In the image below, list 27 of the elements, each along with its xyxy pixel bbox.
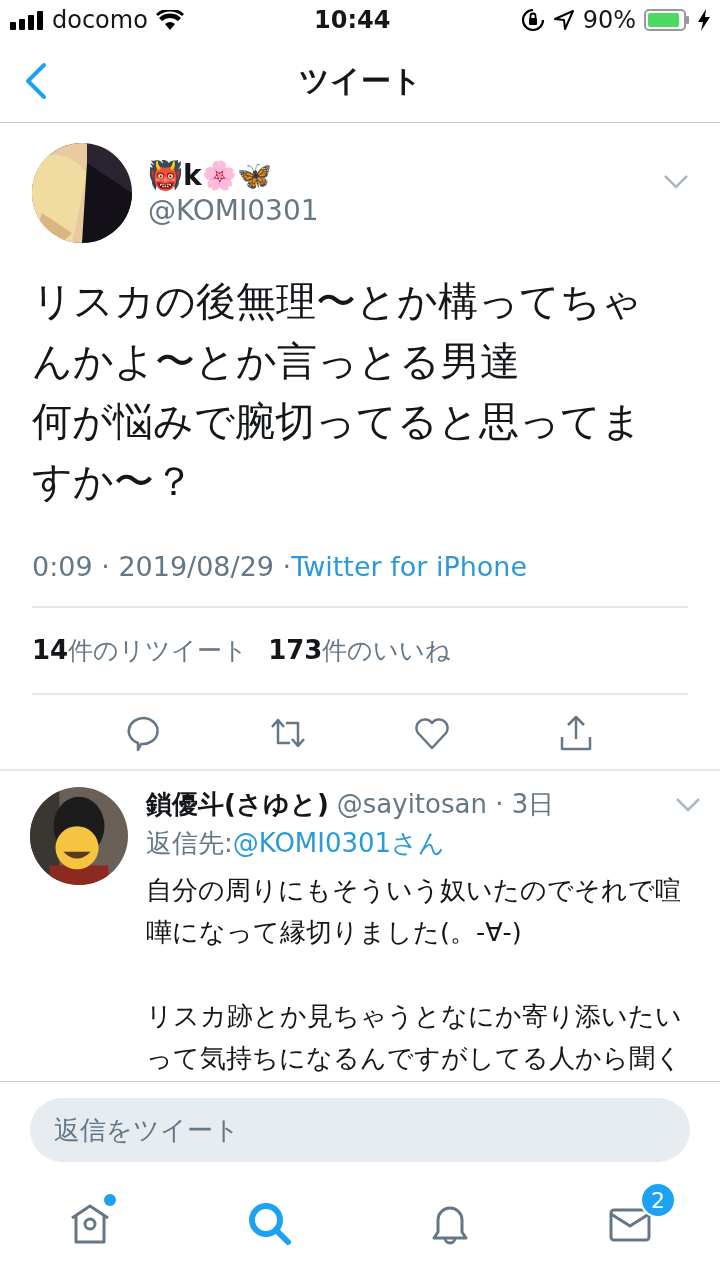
tweet-text: リスカの後無理〜とか構ってちゃんかよ〜とか言っとる男達 [32,277,643,386]
tweet-timestamp: 0:09 · 2019/08/29 · [32,551,292,582]
battery-icon [644,9,690,31]
carrier-name: docomo [52,6,148,34]
rotation-lock-icon [520,8,545,32]
tweet-text: 何が悩みで腕切ってると思ってますか〜？ [32,397,643,506]
reply-display-name: 鎖優斗(さゆと) [146,788,329,821]
search-icon [246,1200,294,1248]
reply-text: 自分の周りにもそういう奴いたのでそれで喧嘩になって縁切りました(。-∀-) [146,874,682,949]
reply-input[interactable]: 返信をツイート [30,1098,690,1162]
display-name: 👹k🌸🦋 [148,159,273,192]
reply-handle: @sayitosan · 3日 [336,788,555,821]
signal-icon [10,10,44,30]
charging-icon [698,9,710,31]
location-icon [552,9,575,31]
user-handle: @KOMI0301 [148,194,320,227]
count-badge: 2 [640,1182,676,1218]
clock: 10:44 [314,6,391,34]
wifi-icon [155,10,184,30]
screen-title: ツイート [298,61,422,100]
reply-text: リスカ跡とか見ちゃうとなにか寄り添いたいって気持ちになるんですがしてる人から聞く [146,1000,683,1075]
reply-to-label: 返信先: [146,827,233,860]
tab-button[interactable] [246,1200,294,1248]
back-button[interactable] [24,62,48,100]
battery-percent: 90% [582,6,636,34]
retweet-count[interactable]: 14件のリツイート [32,634,249,667]
like-count[interactable]: 173件のいいね [268,634,452,667]
